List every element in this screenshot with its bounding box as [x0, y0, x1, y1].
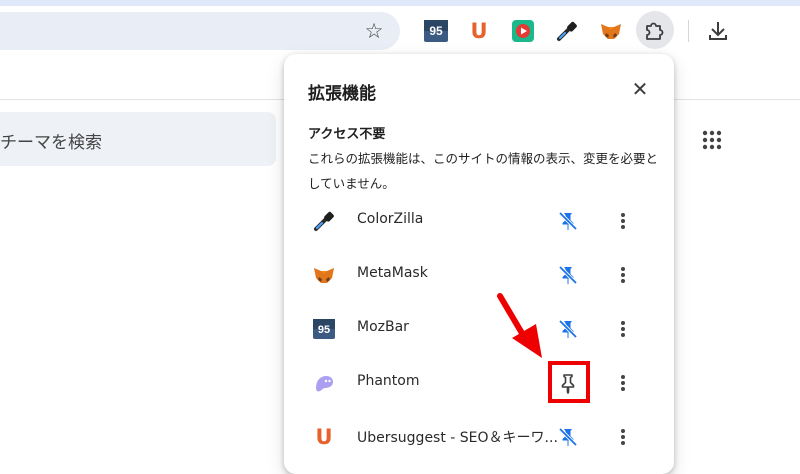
section-title: アクセス不要	[308, 127, 386, 142]
extensions-button[interactable]	[636, 11, 674, 49]
video-icon[interactable]	[510, 18, 536, 44]
extension-name: Phantom	[357, 373, 420, 389]
metamask-icon	[314, 268, 334, 283]
moz-icon: 95	[313, 319, 335, 339]
metamask-icon[interactable]	[598, 18, 624, 44]
toolbar-separator	[688, 20, 689, 42]
more-vert-icon[interactable]	[611, 317, 635, 341]
extension-name: ColorZilla	[357, 211, 424, 227]
moz-badge-text: 95	[429, 24, 443, 38]
extensions-popup: 拡張機能 ✕ アクセス不要 これらの拡張機能は、このサイトの情報の表示、変更を必…	[284, 54, 674, 474]
extension-name: MozBar	[357, 319, 409, 335]
extension-row-metamask[interactable]: MetaMask	[284, 248, 674, 302]
ubersuggest-icon: U	[315, 425, 333, 449]
section-description: これらの拡張機能は、このサイトの情報の表示、変更を必要としていません。	[308, 151, 659, 191]
phantom-icon	[316, 376, 333, 392]
more-vert-icon[interactable]	[611, 209, 635, 233]
address-bar[interactable]	[0, 12, 400, 50]
pin-filled-icon[interactable]	[556, 425, 580, 449]
more-vert-icon[interactable]	[611, 371, 635, 395]
annotation-arrow-icon	[497, 293, 542, 358]
moz-icon[interactable]: 95	[423, 18, 449, 44]
extension-name: MetaMask	[357, 265, 428, 281]
ubersuggest-icon[interactable]: U	[466, 18, 492, 44]
more-vert-icon[interactable]	[611, 425, 635, 449]
moz-badge-text: 95	[318, 324, 330, 336]
colorzilla-icon[interactable]	[554, 18, 580, 44]
extension-row-mozbar[interactable]: 95 MozBar	[284, 302, 674, 356]
extension-row-ubersuggest[interactable]: U Ubersuggest - SEO＆キーワ...	[284, 410, 674, 464]
close-icon[interactable]: ✕	[628, 77, 652, 101]
extensions-puzzle-icon	[646, 22, 664, 40]
download-icon[interactable]	[705, 18, 731, 44]
extension-name: Ubersuggest - SEO＆キーワ...	[357, 430, 558, 446]
apps-grid-icon[interactable]	[700, 128, 724, 152]
pin-filled-icon[interactable]	[556, 209, 580, 233]
theme-search-placeholder: チーマを検索	[0, 133, 102, 153]
popup-title: 拡張機能	[308, 84, 376, 104]
pin-filled-icon[interactable]	[556, 263, 580, 287]
extension-row-phantom[interactable]: Phantom	[284, 356, 674, 410]
extension-row-colorzilla[interactable]: ColorZilla	[284, 194, 674, 248]
star-icon[interactable]: ☆	[362, 19, 386, 43]
browser-toolbar: ☆ 95 U	[0, 6, 800, 58]
colorzilla-icon	[314, 211, 334, 231]
theme-search-box[interactable]: チーマを検索	[0, 112, 276, 166]
more-vert-icon[interactable]	[611, 263, 635, 287]
